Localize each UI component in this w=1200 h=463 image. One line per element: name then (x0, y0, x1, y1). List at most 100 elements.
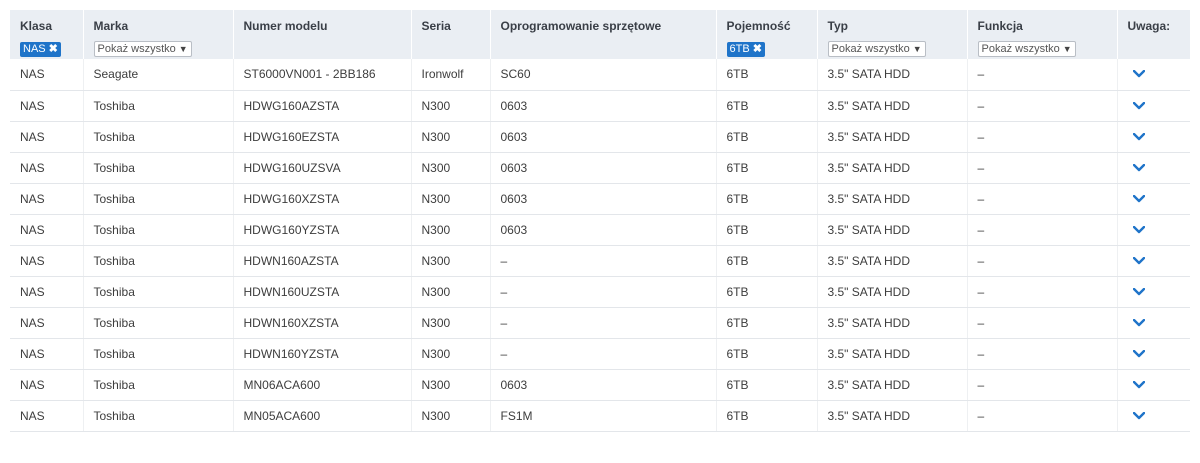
klasa-filter-tag[interactable]: NAS ✖ (20, 42, 61, 57)
cell-uwaga (1117, 276, 1190, 308)
cell-oprogramowanie: 0603 (490, 369, 717, 401)
header-label: Marka (93, 19, 129, 33)
cell-pojemnosc: 6TB (716, 183, 818, 215)
header-oprogramowanie: Oprogramowanie sprzętowe (490, 10, 717, 59)
cell-seria: N300 (411, 245, 491, 277)
chevron-down-icon[interactable] (1132, 287, 1145, 296)
cell-uwaga (1117, 183, 1190, 215)
cell-oprogramowanie: SC60 (490, 59, 717, 91)
cell-uwaga (1117, 214, 1190, 246)
header-row: Klasa NAS ✖ Marka Pokaż wszystko ▼ Numer m… (10, 10, 1190, 59)
cell-oprogramowanie: 0603 (490, 152, 717, 184)
cell-numer-modelu: HDWN160YZSTA (233, 338, 412, 370)
cell-marka: Toshiba (83, 152, 234, 184)
header-funkcja: Funkcja Pokaż wszystko ▼ (967, 10, 1118, 59)
cell-numer-modelu: HDWG160AZSTA (233, 90, 412, 122)
header-label: Typ (827, 19, 848, 33)
cell-typ: 3.5" SATA HDD (817, 369, 968, 401)
cell-numer-modelu: HDWG160UZSVA (233, 152, 412, 184)
cell-seria: N300 (411, 183, 491, 215)
marka-filter-select[interactable]: Pokaż wszystko ▼ (93, 41, 192, 57)
cell-marka: Toshiba (83, 245, 234, 277)
chevron-down-icon[interactable] (1132, 101, 1145, 110)
cell-seria: N300 (411, 400, 491, 432)
cell-uwaga (1117, 245, 1190, 277)
funkcja-filter-select[interactable]: Pokaż wszystko ▼ (977, 41, 1076, 57)
cell-klasa: NAS (10, 121, 84, 153)
chevron-down-icon[interactable] (1132, 318, 1145, 327)
table-row: NAS Toshiba HDWG160AZSTA N300 0603 6TB 3.5" SA… (10, 90, 1190, 122)
cell-funkcja: – (967, 338, 1118, 370)
cell-funkcja: – (967, 369, 1118, 401)
header-klasa: Klasa NAS ✖ (10, 10, 84, 59)
cell-typ: 3.5" SATA HDD (817, 245, 968, 277)
typ-filter-select[interactable]: Pokaż wszystko ▼ (827, 41, 926, 57)
cell-uwaga (1117, 121, 1190, 153)
cell-seria: N300 (411, 369, 491, 401)
chevron-down-icon[interactable] (1132, 256, 1145, 265)
cell-marka: Toshiba (83, 400, 234, 432)
close-x-icon[interactable]: ✖ (753, 42, 762, 57)
cell-numer-modelu: ST6000VN001 - 2BB186 (233, 59, 412, 91)
cell-uwaga (1117, 400, 1190, 432)
cell-numer-modelu: HDWN160XZSTA (233, 307, 412, 339)
cell-oprogramowanie: – (490, 245, 717, 277)
chevron-down-icon[interactable] (1132, 380, 1145, 389)
table-row: NAS Toshiba HDWG160EZSTA N300 0603 6TB 3.5" SA… (10, 121, 1190, 153)
cell-oprogramowanie: – (490, 276, 717, 308)
cell-numer-modelu: MN06ACA600 (233, 369, 412, 401)
cell-pojemnosc: 6TB (716, 152, 818, 184)
cell-pojemnosc: 6TB (716, 59, 818, 91)
cell-seria: N300 (411, 307, 491, 339)
table-row: NAS Toshiba HDWN160UZSTA N300–6TB 3.5" SATA … (10, 276, 1190, 308)
chevron-down-icon[interactable] (1132, 70, 1145, 78)
cell-typ: 3.5" SATA HDD (817, 400, 968, 432)
cell-seria: N300 (411, 276, 491, 308)
chevron-down-icon[interactable] (1132, 194, 1145, 203)
cell-numer-modelu: HDWG160XZSTA (233, 183, 412, 215)
close-x-icon[interactable]: ✖ (49, 42, 58, 57)
chevron-down-icon[interactable] (1132, 132, 1145, 141)
cell-numer-modelu: HDWG160EZSTA (233, 121, 412, 153)
header-uwaga: Uwaga: (1117, 10, 1190, 59)
cell-typ: 3.5" SATA HDD (817, 152, 968, 184)
cell-marka: Toshiba (83, 369, 234, 401)
table-row: NAS Toshiba MN06ACA600 N300 0603 6TB 3.5" SATA… (10, 369, 1190, 401)
cell-funkcja: – (967, 276, 1118, 308)
cell-funkcja: – (967, 152, 1118, 184)
chevron-down-icon: ▼ (1062, 44, 1072, 54)
cell-funkcja: – (967, 59, 1118, 91)
table-row: NAS Toshiba HDWG160XZSTA N300 0603 6TB 3.5" SA… (10, 183, 1190, 215)
cell-oprogramowanie: 0603 (490, 183, 717, 215)
cell-marka: Toshiba (83, 276, 234, 308)
cell-pojemnosc: 6TB (716, 121, 818, 153)
pojemnosc-filter-tag[interactable]: 6TB ✖ (726, 42, 765, 57)
cell-funkcja: – (967, 121, 1118, 153)
cell-marka: Toshiba (83, 121, 234, 153)
cell-marka: Toshiba (83, 183, 234, 215)
cell-seria: N300 (411, 90, 491, 122)
header-label: Numer modelu (243, 19, 328, 33)
cell-pojemnosc: 6TB (716, 369, 818, 401)
cell-seria: N300 (411, 338, 491, 370)
cell-numer-modelu: HDWN160UZSTA (233, 276, 412, 308)
table-row: NAS Toshiba HDWN160AZSTA N300–6TB 3.5" SATA … (10, 245, 1190, 277)
header-label: Funkcja (977, 19, 1023, 33)
header-label: Pojemność (726, 19, 791, 33)
chevron-down-icon[interactable] (1132, 163, 1145, 172)
header-label: Seria (421, 19, 451, 33)
cell-typ: 3.5" SATA HDD (817, 121, 968, 153)
cell-klasa: NAS (10, 369, 84, 401)
cell-oprogramowanie: – (490, 307, 717, 339)
cell-klasa: NAS (10, 338, 84, 370)
table-row: NAS Toshiba HDWN160YZSTA N300–6TB 3.5" SATA … (10, 338, 1190, 370)
compatibility-table: Klasa NAS ✖ Marka Pokaż wszystko ▼ Numer m… (10, 10, 1190, 432)
cell-marka: Toshiba (83, 307, 234, 339)
chevron-down-icon[interactable] (1132, 349, 1145, 358)
cell-seria: N300 (411, 152, 491, 184)
chevron-down-icon[interactable] (1132, 411, 1145, 420)
header-marka: Marka Pokaż wszystko ▼ (83, 10, 234, 59)
chevron-down-icon[interactable] (1132, 225, 1145, 234)
cell-uwaga (1117, 369, 1190, 401)
table-row: NAS Toshiba MN05ACA600 N300 FS1M 6TB 3.5" SATA… (10, 400, 1190, 432)
